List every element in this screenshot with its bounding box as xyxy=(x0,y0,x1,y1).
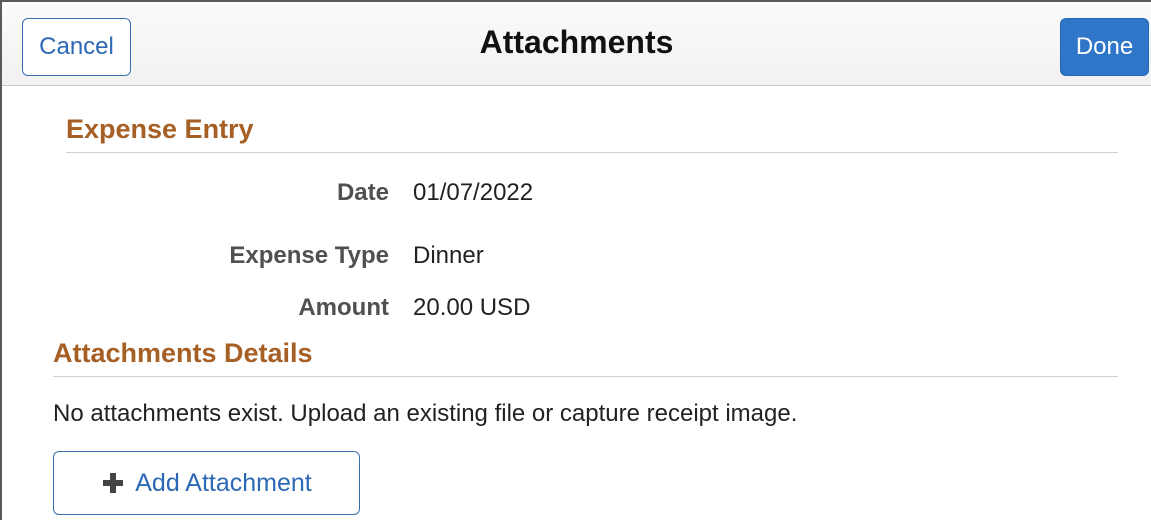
add-attachment-button[interactable]: Add Attachment xyxy=(53,451,360,515)
expense-entry-divider xyxy=(66,152,1118,153)
add-attachment-label: Add Attachment xyxy=(135,468,312,497)
no-attachments-message: No attachments exist. Upload an existing… xyxy=(53,400,798,427)
attachments-page: Cancel Attachments Done Expense Entry Da… xyxy=(0,0,1151,520)
plus-icon xyxy=(101,471,125,495)
amount-value: 20.00 USD xyxy=(413,294,531,321)
expense-type-label: Expense Type xyxy=(229,242,389,269)
page-title: Attachments xyxy=(479,24,674,60)
page-header: Cancel Attachments Done xyxy=(2,2,1151,86)
date-label: Date xyxy=(336,179,389,206)
amount-label: Amount xyxy=(298,294,389,321)
done-button[interactable]: Done xyxy=(1060,18,1149,76)
attachments-details-divider xyxy=(53,376,1118,377)
date-value: 01/07/2022 xyxy=(413,179,534,206)
expense-entry-section-title: Expense Entry xyxy=(66,114,254,144)
attachments-details-section-title: Attachments Details xyxy=(53,338,313,368)
expense-type-value: Dinner xyxy=(413,242,484,269)
